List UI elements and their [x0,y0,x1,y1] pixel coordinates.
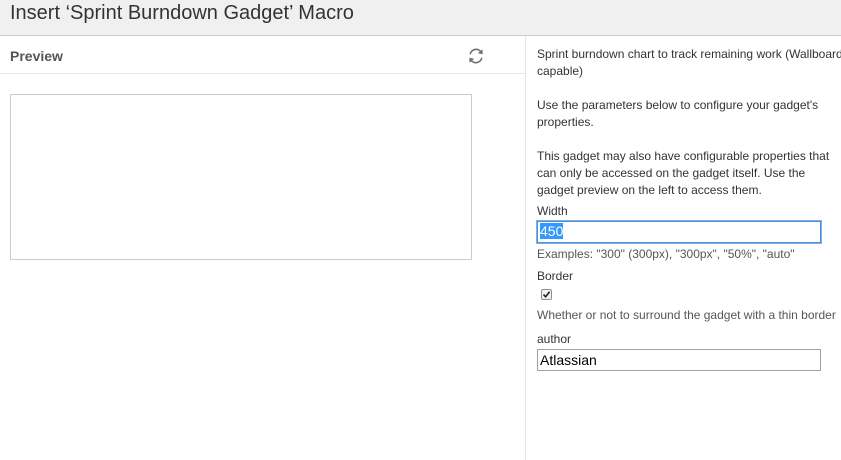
gadget-preview-frame[interactable] [10,94,472,260]
refresh-icon [469,48,483,64]
checkmark-icon [542,291,551,299]
border-checkbox[interactable] [541,289,552,300]
border-help: Whether or not to surround the gadget wi… [537,308,836,322]
preview-title: Preview [10,48,63,64]
width-input[interactable]: 450 [537,221,821,243]
border-label: Border [537,269,574,283]
width-label: Width [537,204,568,218]
note-line: This gadget may also have configurable p… [537,149,830,163]
parameters-instruction: Use the parameters below to configure yo… [537,97,841,131]
refresh-button[interactable] [466,46,486,66]
author-label: author [537,332,572,346]
instruction-line: properties. [537,115,594,129]
width-input-value: 450 [540,223,564,239]
note-line: gadget preview on the left to access the… [537,183,762,197]
macro-dialog: Insert ‘Sprint Burndown Gadget’ Macro Pr… [0,0,841,460]
border-checkbox-row [537,286,841,304]
description-line: Sprint burndown chart to track remaining… [537,47,841,61]
note-line: can only be accessed on the gadget itsel… [537,166,806,180]
preview-pane: Preview [0,36,526,460]
width-help: Examples: "300" (300px), "300px", "50%",… [537,247,795,261]
instruction-line: Use the parameters below to configure yo… [537,98,819,112]
dialog-title: Insert ‘Sprint Burndown Gadget’ Macro [10,2,354,24]
author-input[interactable] [537,349,821,371]
description-line: capable) [537,64,584,78]
gadget-properties-note: This gadget may also have configurable p… [537,148,841,199]
parameters-pane: Sprint burndown chart to track remaining… [537,46,841,371]
dialog-header: Insert ‘Sprint Burndown Gadget’ Macro [0,0,841,36]
preview-header: Preview [0,36,525,74]
macro-description: Sprint burndown chart to track remaining… [537,46,841,80]
